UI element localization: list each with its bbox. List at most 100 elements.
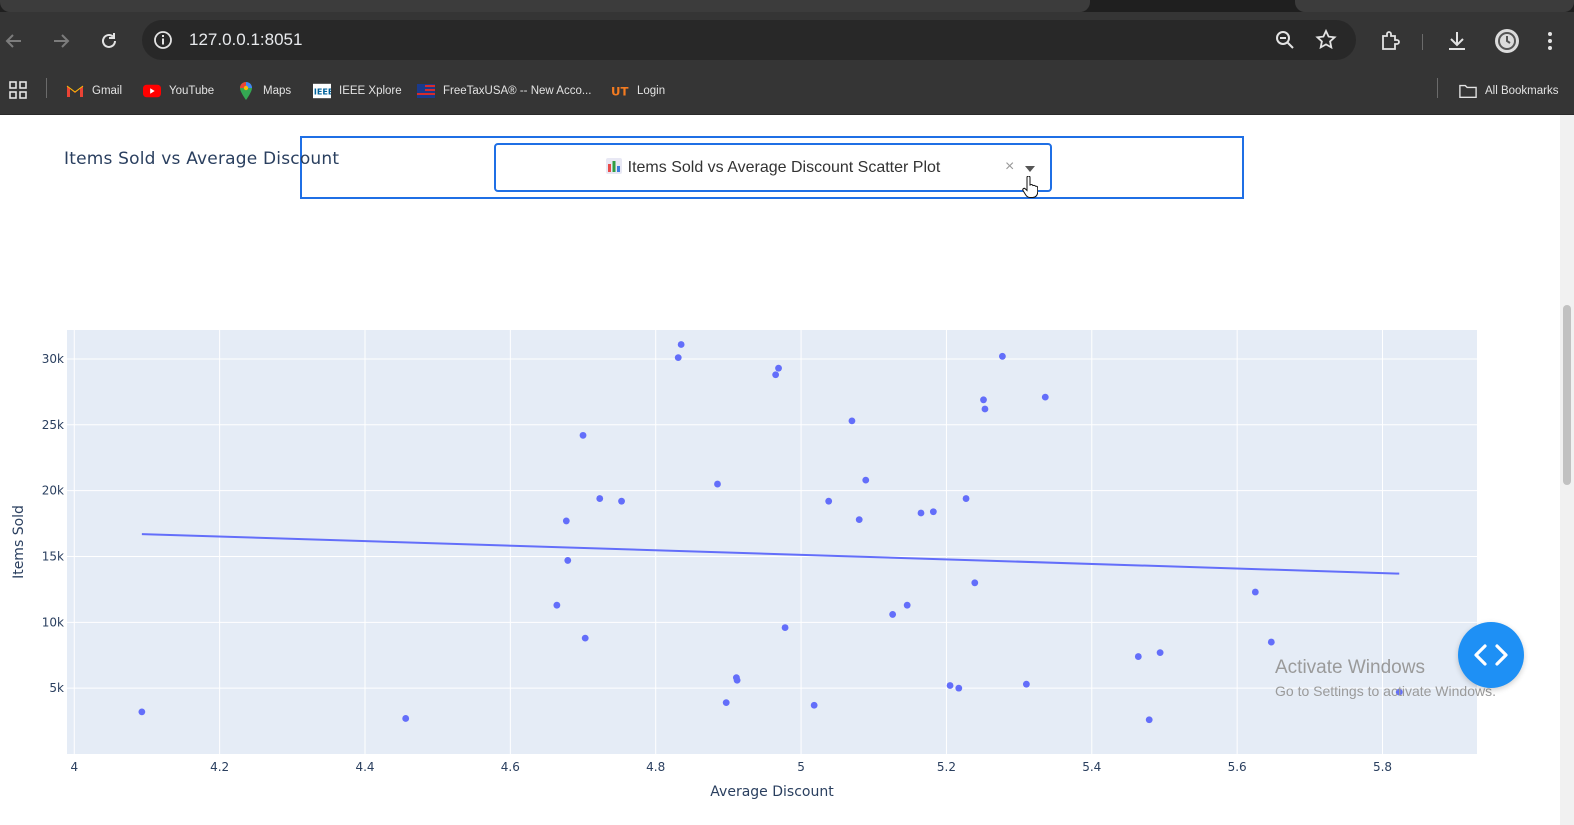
bookmark-label: YouTube	[169, 85, 215, 97]
reload-button[interactable]	[97, 29, 121, 53]
y-tick-label: 30k	[42, 352, 64, 366]
scatter-point[interactable]	[825, 497, 833, 505]
scatter-point[interactable]	[733, 676, 741, 684]
x-tick-label: 4.6	[501, 760, 520, 774]
scatter-point[interactable]	[929, 508, 937, 516]
bookmark-gmail[interactable]: Gmail	[66, 80, 122, 102]
freetaxusa-icon	[417, 83, 435, 99]
bookmark-maps[interactable]: Maps	[237, 80, 291, 102]
activate-windows-subtitle: Go to Settings to activate Windows.	[1275, 683, 1496, 699]
svg-text:IEEE: IEEE	[314, 87, 331, 97]
folder-icon	[1459, 83, 1477, 99]
zoom-icon[interactable]	[1274, 29, 1296, 51]
bookmark-ieee-xplore[interactable]: IEEE IEEE Xplore	[313, 80, 402, 102]
scatter-chart: 4 4.2 4.4 4.6 4.8 5 5.2 5.4 5.6 5.8 5k 10k 15k 20k 25…	[11, 330, 1477, 800]
bookmark-login[interactable]: UT Login	[611, 80, 665, 102]
scatter-point[interactable]	[1041, 393, 1049, 401]
x-tick-label: 5.4	[1082, 760, 1101, 774]
profile-avatar-icon[interactable]	[1493, 27, 1521, 55]
svg-text:UT: UT	[611, 85, 628, 99]
x-tick-label: 4.2	[210, 760, 229, 774]
back-arrow-icon	[5, 34, 21, 48]
scatter-point[interactable]	[889, 611, 897, 618]
ut-login-icon: UT	[611, 83, 629, 99]
back-button[interactable]	[2, 29, 26, 53]
scatter-point[interactable]	[564, 557, 572, 564]
y-tick-label: 20k	[42, 484, 64, 498]
scatter-point[interactable]	[677, 341, 685, 348]
bookmark-label: IEEE Xplore	[339, 85, 402, 97]
apps-grid-icon[interactable]	[8, 80, 28, 100]
download-icon[interactable]	[1445, 29, 1469, 53]
active-tab[interactable]	[0, 0, 1090, 12]
scatter-point[interactable]	[1134, 653, 1142, 660]
bookmark-label: Gmail	[92, 85, 123, 97]
url-text[interactable]: 127.0.0.1:8051	[189, 30, 302, 50]
bookmark-star-icon[interactable]	[1314, 28, 1338, 52]
forward-arrow-icon	[54, 34, 70, 48]
y-tick-label: 15k	[42, 549, 64, 563]
address-bar[interactable]: 127.0.0.1:8051	[142, 20, 1356, 60]
scatter-point[interactable]	[579, 431, 587, 439]
plot-area	[67, 330, 1477, 754]
code-brackets-icon	[1474, 644, 1508, 666]
scatter-point[interactable]	[1156, 649, 1164, 657]
bookmark-youtube[interactable]: YouTube	[143, 80, 214, 102]
scatter-point[interactable]	[855, 516, 863, 524]
extensions-icon[interactable]	[1378, 29, 1402, 53]
y-axis-title: Items Sold	[11, 505, 27, 579]
scatter-point[interactable]	[1251, 588, 1259, 596]
scatter-point[interactable]	[962, 495, 970, 502]
bookmark-freetaxusa[interactable]: FreeTaxUSA® -- New Acco...	[417, 80, 591, 102]
bookmark-label: FreeTaxUSA® -- New Acco...	[443, 85, 592, 97]
x-tick-label: 5	[797, 760, 805, 774]
scatter-point[interactable]	[775, 364, 782, 372]
scatter-point[interactable]	[946, 682, 954, 689]
scatter-point[interactable]	[1145, 716, 1153, 724]
scatter-point[interactable]	[553, 601, 561, 609]
scatter-point[interactable]	[581, 634, 589, 642]
x-tick-label: 5.6	[1228, 760, 1247, 774]
scatter-point[interactable]	[714, 480, 721, 488]
bookmarks-divider	[1437, 78, 1438, 98]
menu-kebab-icon[interactable]	[1544, 29, 1556, 53]
scatter-point[interactable]	[402, 715, 410, 722]
scatter-point[interactable]	[903, 601, 911, 609]
scatter-point[interactable]	[955, 684, 963, 692]
scrollbar-thumb[interactable]	[1563, 305, 1571, 485]
y-tick-label: 25k	[42, 418, 64, 432]
scatter-point[interactable]	[1022, 680, 1030, 688]
site-info-icon[interactable]	[152, 29, 174, 51]
toolbar-divider	[1422, 34, 1423, 50]
x-tick-label: 4.4	[355, 760, 374, 774]
scatter-point[interactable]	[138, 708, 146, 716]
ieee-icon: IEEE	[313, 83, 331, 99]
scatter-point[interactable]	[1267, 638, 1275, 646]
all-bookmarks-button[interactable]: All Bookmarks	[1459, 80, 1559, 102]
scatter-point[interactable]	[971, 579, 979, 587]
scatter-point[interactable]	[981, 405, 989, 413]
bookmark-label: Login	[637, 85, 666, 97]
forward-button[interactable]	[49, 29, 73, 53]
scatter-point[interactable]	[562, 517, 570, 525]
scatter-point[interactable]	[674, 354, 682, 362]
scatter-point[interactable]	[810, 701, 818, 709]
scatter-point[interactable]	[772, 371, 780, 379]
x-tick-label: 5.8	[1373, 760, 1392, 774]
scatter-point[interactable]	[848, 417, 856, 425]
code-toggle-button[interactable]	[1458, 622, 1524, 688]
scatter-point[interactable]	[781, 624, 789, 631]
scatter-point[interactable]	[596, 495, 604, 502]
bookmarks-bar: Gmail YouTube Maps IEEE IEEE Xplore Free…	[0, 70, 1574, 115]
page-scrollbar[interactable]	[1560, 115, 1574, 825]
scatter-point[interactable]	[998, 352, 1006, 360]
browser-tab[interactable]	[1295, 0, 1574, 12]
youtube-icon	[143, 83, 161, 99]
scatter-point[interactable]	[917, 509, 925, 517]
scatter-point[interactable]	[862, 476, 870, 484]
scatter-point[interactable]	[722, 699, 730, 707]
bookmarks-divider	[46, 78, 47, 98]
scatter-point[interactable]	[980, 396, 987, 404]
scatter-point[interactable]	[618, 497, 625, 505]
y-tick-label: 5k	[49, 681, 64, 695]
